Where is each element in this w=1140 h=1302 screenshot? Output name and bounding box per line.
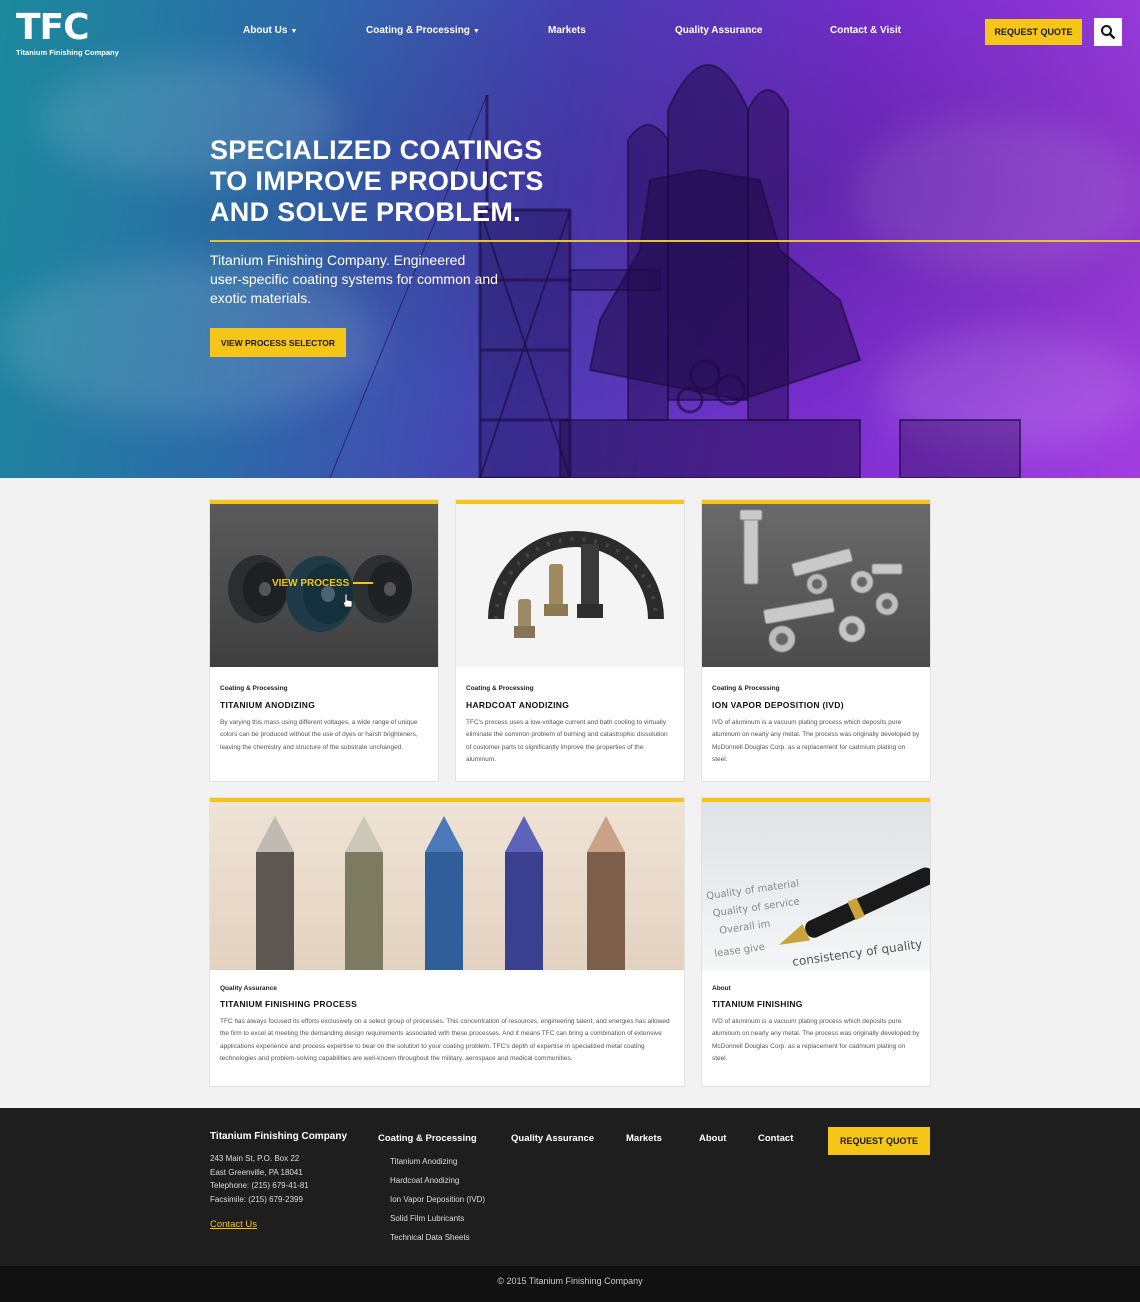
- footer-address: 243 Main St, P.O. Box 22 East Greenville…: [210, 1152, 309, 1206]
- nav-about-label: About Us: [243, 25, 288, 36]
- footer-link-titanium-anodizing[interactable]: Titanium Anodizing: [390, 1157, 457, 1166]
- footer-nav-coating-processing[interactable]: Coating & Processing: [378, 1133, 477, 1144]
- card-title: ION VAPOR DEPOSITION (IVD): [712, 700, 844, 710]
- card-image: Quality of material Quality of service O…: [702, 802, 930, 970]
- card-ion-vapor-deposition[interactable]: Coating & Processing ION VAPOR DEPOSITIO…: [702, 500, 930, 781]
- hero-banner: [0, 0, 1140, 478]
- hero-title-line: AND SOLVE PROBLEM.: [210, 197, 521, 227]
- pen-document-image: Quality of material Quality of service O…: [706, 867, 930, 969]
- search-button[interactable]: [1094, 18, 1122, 46]
- logo-mark: TFC: [16, 7, 90, 48]
- document-text: consistency of quality: [791, 937, 923, 969]
- card-titanium-anodizing[interactable]: VIEW PROCESS Coating & Processing TITANI…: [210, 500, 438, 781]
- bolts-nuts-image: [739, 509, 903, 653]
- hero-title: SPECIALIZED COATINGS TO IMPROVE PRODUCTS…: [210, 135, 570, 228]
- card-category: Quality Assurance: [220, 985, 277, 992]
- nav-contact-visit[interactable]: Contact & Visit: [830, 25, 901, 36]
- view-process-selector-button[interactable]: VIEW PROCESS SELECTOR: [210, 328, 346, 357]
- card-description: By varying this mass using different vol…: [220, 719, 418, 751]
- view-process-overlay[interactable]: VIEW PROCESS: [272, 578, 374, 589]
- nav-about-us[interactable]: About Us ▼: [243, 25, 297, 36]
- footer-link-solid-film-lubricants[interactable]: Solid Film Lubricants: [390, 1214, 464, 1223]
- card-category: About: [712, 985, 731, 992]
- footer-link-hardcoat-anodizing[interactable]: Hardcoat Anodizing: [390, 1176, 459, 1185]
- footer-address-line: East Greenville, PA 18041: [210, 1167, 303, 1177]
- card-description: IVD of aluminum is a vacuum plating proc…: [712, 719, 920, 763]
- hero-subtitle: Titanium Finishing Company. Engineered u…: [210, 252, 498, 306]
- card-titanium-finishing-process[interactable]: Quality Assurance TITANIUM FINISHING PRO…: [210, 798, 684, 1086]
- card-title: TITANIUM FINISHING PROCESS: [220, 999, 358, 1009]
- view-process-label: VIEW PROCESS: [272, 578, 350, 589]
- chevron-down-icon: ▼: [472, 28, 480, 35]
- footer-address-line: 243 Main St, P.O. Box 22: [210, 1154, 300, 1163]
- footer-nav-contact[interactable]: Contact: [758, 1133, 793, 1144]
- footer-link-ivd[interactable]: Ion Vapor Deposition (IVD): [390, 1195, 485, 1204]
- hardcoat-parts-image: [488, 531, 664, 638]
- hero-title-line: SPECIALIZED COATINGS: [210, 135, 543, 165]
- space-shuttle-launch-image: [329, 64, 1021, 478]
- card-category: Coating & Processing: [712, 685, 780, 692]
- footer-nav-quality-assurance[interactable]: Quality Assurance: [511, 1133, 594, 1144]
- logo-subtitle: Titanium Finishing Company: [16, 48, 119, 57]
- request-quote-button[interactable]: REQUEST QUOTE: [985, 19, 1082, 45]
- card-title: HARDCOAT ANODIZING: [466, 700, 570, 710]
- card-category: Coating & Processing: [466, 685, 534, 692]
- card-description: IVD of aluminum is a vacuum plating proc…: [712, 1018, 920, 1062]
- footer-nav-markets[interactable]: Markets: [626, 1133, 662, 1144]
- card-image: VIEW PROCESS: [210, 504, 438, 667]
- colored-titanium-pins-image: [256, 816, 625, 970]
- document-text: Quality of service: [712, 896, 800, 919]
- nav-coating-label: Coating & Processing: [366, 25, 470, 36]
- company-logo[interactable]: TFC Titanium Finishing Company: [16, 7, 126, 58]
- footer-contact-us-link[interactable]: Contact Us: [210, 1219, 257, 1230]
- footer-facsimile: Facsimile: (215) 679-2399: [210, 1194, 303, 1204]
- footer-link-technical-data-sheets[interactable]: Technical Data Sheets: [390, 1233, 470, 1242]
- copyright-text: © 2015 Titanium Finishing Company: [497, 1276, 643, 1286]
- footer-nav-about[interactable]: About: [699, 1133, 726, 1144]
- card-title: TITANIUM FINISHING: [712, 999, 803, 1009]
- nav-quality-assurance[interactable]: Quality Assurance: [675, 25, 762, 36]
- footer-company-name: Titanium Finishing Company: [210, 1131, 348, 1142]
- chevron-down-icon: ▼: [290, 28, 298, 35]
- card-category: Coating & Processing: [220, 685, 288, 692]
- site-footer: [0, 1108, 1140, 1266]
- card-image: [456, 504, 684, 667]
- search-icon: [1101, 25, 1116, 40]
- card-image: [702, 504, 930, 667]
- hero-title-line: TO IMPROVE PRODUCTS: [210, 166, 544, 196]
- card-image: [210, 802, 684, 970]
- document-text: lease give: [714, 942, 766, 960]
- footer-request-quote-button[interactable]: REQUEST QUOTE: [828, 1127, 930, 1155]
- card-title: TITANIUM ANODIZING: [220, 700, 316, 710]
- card-description: TFC's process uses a low-voltage current…: [466, 719, 668, 763]
- footer-telephone: Telephone: (215) 679-41-81: [210, 1181, 309, 1190]
- card-titanium-finishing[interactable]: Quality of material Quality of service O…: [702, 798, 930, 1086]
- document-text: Overall im: [719, 919, 771, 937]
- nav-coating-processing[interactable]: Coating & Processing ▼: [366, 25, 480, 36]
- hero-divider: [210, 240, 1140, 242]
- nav-markets[interactable]: Markets: [548, 25, 586, 36]
- card-hardcoat-anodizing[interactable]: Coating & Processing HARDCOAT ANODIZING …: [456, 500, 684, 781]
- arrow-line-icon: [353, 582, 374, 585]
- card-description: TFC has always focused its efforts exclu…: [220, 1018, 670, 1062]
- hand-cursor-icon: [342, 593, 353, 608]
